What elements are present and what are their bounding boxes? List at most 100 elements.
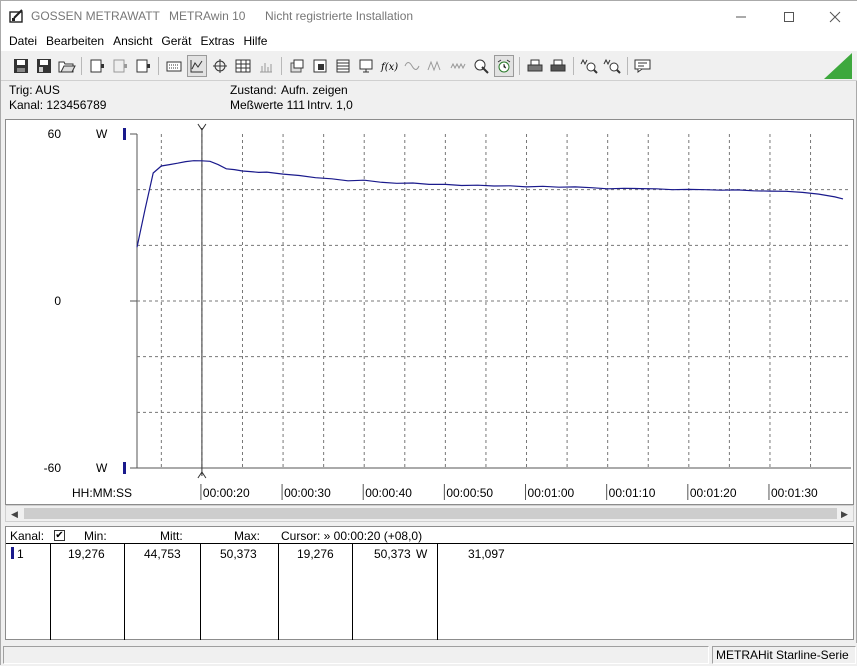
- chart-scrollbar[interactable]: ◀ ▶: [5, 505, 854, 522]
- comment-icon[interactable]: [633, 55, 653, 77]
- power-chart[interactable]: 60 0 -60 W W HH:MM:SS 00:00:20 00:00:30 00:00:4…: [6, 120, 853, 504]
- y-unit-label: W: [96, 127, 108, 141]
- maximize-icon: [784, 11, 794, 22]
- x-axis-label: HH:MM:SS: [72, 486, 132, 500]
- monitor-icon[interactable]: [356, 55, 376, 77]
- toolbar-separator: [81, 57, 82, 75]
- menu-ansicht[interactable]: Ansicht: [109, 32, 157, 51]
- zoom-wave-icon[interactable]: [579, 55, 599, 77]
- y-tick-label: 0: [54, 294, 61, 308]
- pulse-icon[interactable]: [448, 55, 468, 77]
- toolbar-separator: [281, 57, 282, 75]
- x-tick-label: 00:01:10: [609, 486, 656, 500]
- channel-color-marker: [11, 547, 14, 559]
- save-as-icon[interactable]: [34, 55, 54, 77]
- xy-chart-icon[interactable]: [187, 55, 207, 77]
- bar-list-icon[interactable]: [256, 55, 276, 77]
- menu-hilfe[interactable]: Hilfe: [239, 32, 272, 51]
- menu-datei[interactable]: Datei: [5, 32, 42, 51]
- close-icon: [829, 11, 841, 22]
- column-divider: [50, 543, 51, 640]
- keyboard-icon[interactable]: [164, 55, 184, 77]
- col-kanal: Kanal:: [10, 529, 45, 543]
- x-tick-label: 00:00:50: [446, 486, 493, 500]
- cell-kanal: 1: [17, 547, 24, 561]
- scroll-left-icon[interactable]: ◀: [6, 507, 23, 521]
- data-grid-icon[interactable]: [333, 55, 353, 77]
- col-mitt: Mitt:: [160, 529, 183, 543]
- status-pane-left: [3, 646, 709, 664]
- table-divider: [6, 543, 853, 544]
- y-scale-marker: [123, 462, 126, 474]
- cell-cursor-1: 19,276: [297, 547, 334, 561]
- x-tick-label: 00:01:00: [528, 486, 575, 500]
- alarm-clock-icon[interactable]: [494, 55, 514, 77]
- crosshair-icon[interactable]: [210, 55, 230, 77]
- title-status: Nicht registrierte Installation: [265, 9, 414, 23]
- scroll-thumb[interactable]: [24, 508, 837, 519]
- channel-table: Kanal: ✔ Min: Mitt: Max: Cursor: » 00:00…: [5, 526, 854, 640]
- channel-status: Kanal: 123456789: [9, 98, 107, 112]
- col-cursor: Cursor: » 00:00:20 (+08,0): [281, 529, 423, 543]
- menu-geraet[interactable]: Gerät: [157, 32, 196, 51]
- waveform-icon[interactable]: [425, 55, 445, 77]
- zoom-wave-2-icon[interactable]: [602, 55, 622, 77]
- save-icon[interactable]: [11, 55, 31, 77]
- device-2-icon[interactable]: [110, 55, 130, 77]
- x-tick-label: 00:01:30: [771, 486, 818, 500]
- status-bar: METRAHit Starline-Serie: [1, 643, 857, 666]
- y-axis: 60 0 -60 W W: [44, 127, 137, 475]
- chart-grid: [136, 134, 851, 469]
- toolbar-separator: [519, 57, 520, 75]
- y-tick-label: -60: [44, 461, 62, 475]
- interval: Intrv. 1,0: [307, 98, 353, 112]
- print-preview-icon[interactable]: [310, 55, 330, 77]
- cell-max: 50,373: [220, 547, 257, 561]
- toolbar-separator: [627, 57, 628, 75]
- device-3-icon[interactable]: [133, 55, 153, 77]
- app-logo-icon: [9, 9, 23, 23]
- menu-bearbeiten[interactable]: Bearbeiten: [42, 32, 109, 51]
- title-vendor: GOSSEN METRAWATT: [31, 9, 160, 23]
- cell-unit: W: [416, 547, 428, 561]
- menu-extras[interactable]: Extras: [196, 32, 239, 51]
- svg-text:f(x): f(x): [380, 62, 398, 73]
- channel-checkbox[interactable]: ✔: [54, 530, 65, 541]
- connection-status-icon: [824, 53, 852, 79]
- title-bar: GOSSEN METRAWATT METRAwin 10 Nicht regis…: [1, 1, 857, 32]
- x-tick-label: 00:00:30: [284, 486, 331, 500]
- chart-panel[interactable]: 60 0 -60 W W HH:MM:SS 00:00:20 00:00:30 00:00:4…: [5, 119, 854, 505]
- x-axis: HH:MM:SS 00:00:20 00:00:30 00:00:40 00:00:50…: [72, 484, 818, 500]
- cell-mitt: 44,753: [144, 547, 181, 561]
- series-line: [136, 160, 844, 248]
- trigger-status: Trig: AUS: [9, 83, 60, 97]
- open-folder-icon[interactable]: [57, 55, 77, 77]
- chart-series: [136, 160, 844, 248]
- device-1-icon[interactable]: [87, 55, 107, 77]
- column-divider: [352, 543, 353, 640]
- export-icon[interactable]: [287, 55, 307, 77]
- cell-cursor-2: 50,373: [374, 547, 411, 561]
- column-divider: [124, 543, 125, 640]
- col-max: Max:: [234, 529, 261, 543]
- toolbar: f(x): [1, 51, 857, 81]
- toolbar-separator: [573, 57, 574, 75]
- cell-cursor-3: 31,097: [468, 547, 505, 561]
- state-value: Aufn. zeigen: [281, 83, 348, 97]
- formula-icon[interactable]: f(x): [379, 55, 399, 77]
- printer-2-icon[interactable]: [548, 55, 568, 77]
- col-min: Min:: [84, 529, 107, 543]
- scroll-right-icon[interactable]: ▶: [836, 507, 853, 521]
- maximize-button[interactable]: [766, 1, 812, 32]
- table-icon[interactable]: [233, 55, 253, 77]
- state-label: Zustand:: [230, 83, 277, 97]
- wave-icon[interactable]: [402, 55, 422, 77]
- cursor-icon[interactable]: [471, 55, 491, 77]
- close-button[interactable]: [812, 1, 857, 32]
- column-divider: [437, 543, 438, 640]
- column-divider: [278, 543, 279, 640]
- minimize-icon: [736, 16, 746, 17]
- title-app: METRAwin 10: [169, 9, 246, 23]
- minimize-button[interactable]: [718, 1, 764, 32]
- printer-icon[interactable]: [525, 55, 545, 77]
